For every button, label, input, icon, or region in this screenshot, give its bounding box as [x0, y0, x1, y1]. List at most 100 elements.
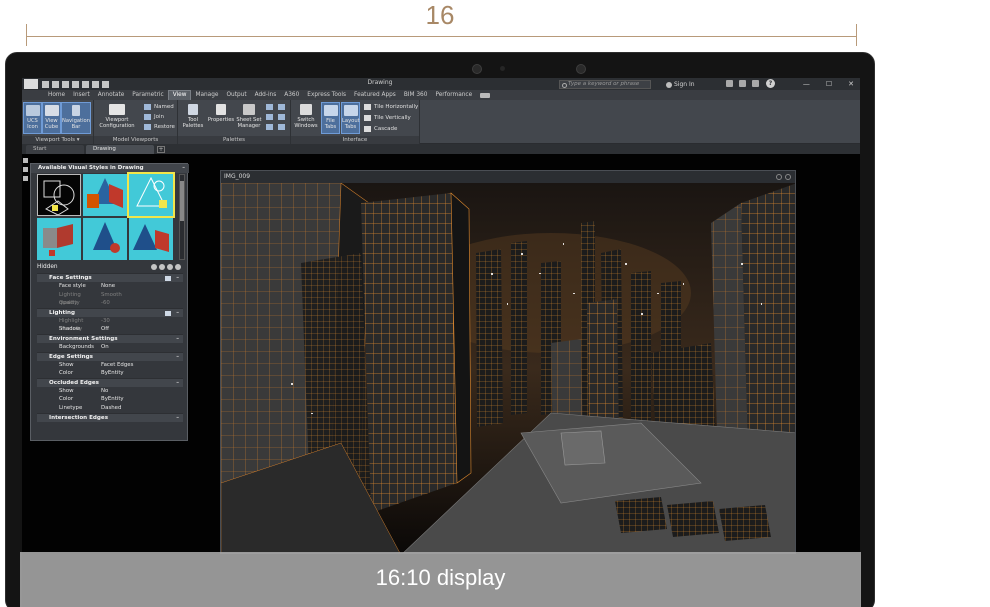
close-palette-icon[interactable] [23, 158, 28, 163]
minimize-button[interactable]: — [803, 80, 810, 88]
maximize-button[interactable]: ☐ [826, 80, 832, 88]
new-icon[interactable] [42, 80, 49, 88]
property-row[interactable]: Show No [37, 387, 183, 396]
tile-vertically-button[interactable]: Tile Vertically [364, 113, 411, 122]
tab-home[interactable]: Home [44, 90, 69, 100]
viewport-configuration-button[interactable]: Viewport Configuration [96, 102, 138, 134]
exchange-icon[interactable] [726, 80, 733, 87]
sheet-set-manager-button[interactable]: Sheet Set Manager [235, 102, 263, 134]
section-environment-settings[interactable]: Environment Settings – [37, 333, 183, 344]
property-row[interactable]: Color ByEntity [37, 369, 183, 378]
palette-tool-5[interactable] [278, 112, 285, 121]
tab-manage[interactable]: Manage [191, 90, 222, 100]
tab-output[interactable]: Output [222, 90, 250, 100]
visual-style-realistic[interactable] [83, 174, 127, 216]
panel-title-viewport-tools[interactable]: Viewport Tools ▾ [22, 136, 93, 144]
navigation-bar-button[interactable]: Navigation Bar [61, 102, 91, 134]
collapse-icon[interactable]: – [182, 164, 185, 173]
drawing-area[interactable]: Available Visual Styles in Drawing – Hid… [22, 154, 860, 607]
tab-bim-360[interactable]: BIM 360 [400, 90, 432, 100]
restore-button[interactable]: Restore [144, 122, 175, 131]
new-tab-button[interactable]: + [157, 146, 165, 153]
a360-icon[interactable] [739, 80, 746, 87]
property-value[interactable]: -60 [95, 299, 183, 308]
property-row[interactable]: Show Facet Edges [37, 361, 183, 370]
section-collapse-icon[interactable]: – [176, 335, 179, 344]
tab-add-ins[interactable]: Add-ins [251, 90, 281, 100]
property-row[interactable]: Face style None [37, 282, 183, 291]
apply-style-icon[interactable] [159, 264, 165, 270]
property-value[interactable]: Off [95, 325, 183, 334]
property-row[interactable]: Shadow display Off [37, 325, 183, 341]
property-value[interactable]: On [95, 343, 183, 352]
ribbon-display-toggle-icon[interactable] [480, 92, 491, 98]
section-collapse-icon[interactable]: – [176, 353, 179, 362]
palette-tool-3[interactable] [266, 122, 273, 131]
section-collapse-icon[interactable]: – [176, 379, 179, 388]
undo-icon[interactable] [92, 80, 99, 88]
section-face-settings[interactable]: Face Settings – [37, 273, 183, 282]
tab-performance[interactable]: Performance [431, 90, 476, 100]
gallery-scrollbar[interactable] [179, 174, 185, 260]
file-tabs-button[interactable]: File Tabs [321, 102, 340, 134]
property-value[interactable]: ByEntity [95, 395, 183, 404]
property-row[interactable]: Lighting quality Smooth [37, 291, 183, 307]
section-collapse-icon[interactable]: – [176, 274, 179, 283]
view-cube-button[interactable]: View Cube [42, 102, 61, 134]
property-row[interactable]: Highlight intensity -30 [37, 317, 183, 333]
tab-insert[interactable]: Insert [69, 90, 94, 100]
redo-icon[interactable] [102, 80, 109, 88]
section-occluded-edges[interactable]: Occluded Edges – [37, 377, 183, 388]
join-button[interactable]: Join [144, 112, 164, 121]
palette-tool-2[interactable] [266, 112, 273, 121]
properties-button[interactable]: Properties [207, 102, 235, 134]
help-icon[interactable]: ? [766, 79, 775, 88]
visual-style-shades-of-gray[interactable] [129, 218, 173, 260]
switch-windows-button[interactable]: Switch Windows [293, 102, 319, 134]
connect-icon[interactable] [752, 80, 759, 87]
tab-a360[interactable]: A360 [280, 90, 303, 100]
open-icon[interactable] [52, 80, 59, 88]
viewport-minimize-icon[interactable] [776, 174, 782, 180]
visual-style-shaded[interactable] [37, 218, 81, 260]
property-value[interactable]: Facet Edges [95, 361, 183, 370]
tab-drawing[interactable]: Drawing [86, 145, 154, 154]
property-value[interactable]: -30 [95, 317, 183, 326]
palette-tool-1[interactable] [266, 102, 273, 111]
layout-tabs-button[interactable]: Layout Tabs [341, 102, 360, 134]
property-value[interactable]: No [95, 387, 183, 396]
property-row[interactable]: Opacity -60 [37, 299, 183, 308]
autohide-icon[interactable] [23, 167, 28, 172]
sign-in-button[interactable]: Sign In [666, 80, 722, 89]
cascade-button[interactable]: Cascade [364, 124, 397, 133]
search-input[interactable]: Type a keyword or phrase [559, 80, 651, 89]
named-button[interactable]: Named [144, 102, 174, 111]
viewport-close-icon[interactable] [785, 174, 791, 180]
property-row[interactable]: Linetype Dashed [37, 404, 183, 413]
app-menu-icon[interactable] [24, 79, 38, 89]
section-toggle-icon[interactable] [165, 310, 171, 316]
property-value[interactable]: None [95, 282, 183, 291]
property-value[interactable]: Smooth [95, 291, 183, 300]
palette-tool-6[interactable] [278, 122, 285, 131]
palette-tool-4[interactable] [278, 102, 285, 111]
save-as-icon[interactable] [72, 80, 79, 88]
visual-style-conceptual[interactable] [127, 172, 175, 218]
viewport-window[interactable]: IMG_009 [220, 170, 796, 554]
visual-style-shaded-with-edges[interactable] [83, 218, 127, 260]
tab-annotate[interactable]: Annotate [94, 90, 129, 100]
section-toggle-icon[interactable] [165, 276, 171, 281]
close-button[interactable]: ✕ [848, 80, 854, 88]
tab-start[interactable]: Start [26, 145, 84, 154]
section-lighting[interactable]: Lighting – [37, 307, 183, 318]
plot-icon[interactable] [82, 80, 89, 88]
properties-menu-icon[interactable] [23, 176, 28, 181]
tab-parametric[interactable]: Parametric [128, 90, 167, 100]
section-intersection-edges[interactable]: Intersection Edges – [37, 412, 183, 422]
tile-horizontally-button[interactable]: Tile Horizontally [364, 102, 418, 111]
tab-express-tools[interactable]: Express Tools [303, 90, 350, 100]
section-collapse-icon[interactable]: – [176, 309, 179, 318]
delete-style-icon[interactable] [175, 264, 181, 270]
property-value[interactable]: ByEntity [95, 369, 183, 378]
save-icon[interactable] [62, 80, 69, 88]
